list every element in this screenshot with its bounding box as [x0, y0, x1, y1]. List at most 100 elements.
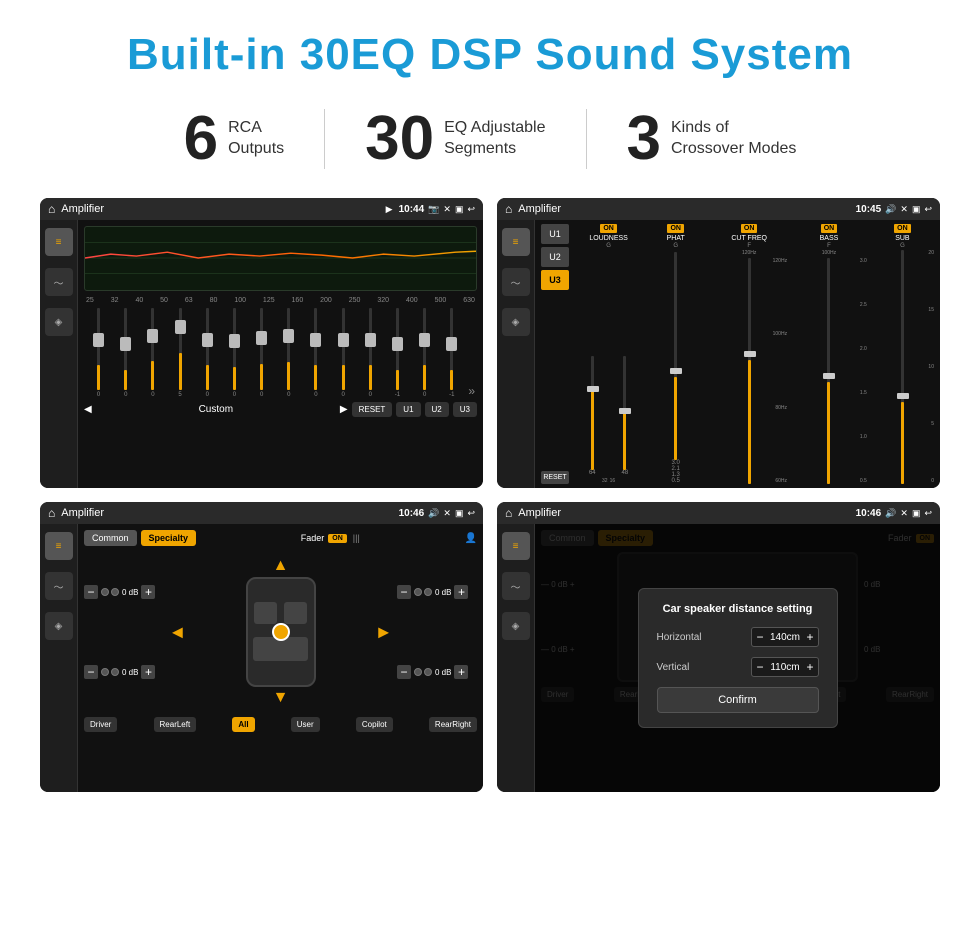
dialog-vertical-minus[interactable]: −	[756, 660, 763, 674]
eq-slider-7[interactable]: 0	[249, 308, 274, 398]
dialog-horizontal-value: 140cm	[767, 632, 802, 643]
fader-tab-specialty[interactable]: Specialty	[141, 530, 197, 546]
dsp-side-btn-vol[interactable]: ◈	[502, 308, 530, 336]
status-icons-distance: 10:46 🔊 ✕ ▣ ↩	[856, 508, 932, 519]
eq-slider-14[interactable]: -1	[439, 308, 464, 398]
dialog-vertical-plus[interactable]: +	[806, 660, 813, 674]
eq-next-button[interactable]: ▶	[340, 404, 348, 415]
eq-prev-button[interactable]: ◀	[84, 404, 92, 415]
eq-slider-3[interactable]: 0	[140, 308, 165, 398]
window-icon-dsp[interactable]: ▣	[912, 204, 921, 215]
eq-u2-button[interactable]: U2	[425, 402, 449, 417]
back-icon-eq[interactable]: ↩	[467, 204, 475, 215]
speaker-dot-7	[414, 668, 422, 676]
dsp-channel-phat: ON PHAT G 3.0 2.1	[644, 224, 707, 484]
dialog-horizontal-plus[interactable]: +	[806, 630, 813, 644]
fader-btn-rearright[interactable]: RearRight	[429, 717, 477, 732]
distance-dialog-overlay: Car speaker distance setting Horizontal …	[535, 524, 940, 792]
fader-left-plus-2[interactable]: +	[141, 665, 155, 679]
x-icon-fader[interactable]: ✕	[443, 508, 451, 519]
page-wrapper: Built-in 30EQ DSP Sound System 6 RCA Out…	[0, 0, 980, 925]
eq-slider-11[interactable]: 0	[358, 308, 383, 398]
fader-btn-copilot[interactable]: Copilot	[356, 717, 393, 732]
distance-side-btn-wave[interactable]: 〜	[502, 572, 530, 600]
fader-btn-driver[interactable]: Driver	[84, 717, 117, 732]
distance-time: 10:46	[856, 508, 882, 519]
eq-side-btn-vol[interactable]: ◈	[45, 308, 73, 336]
dialog-confirm-button[interactable]: Confirm	[657, 687, 819, 713]
eq-u1-button[interactable]: U1	[396, 402, 420, 417]
dsp-side-btn-wave[interactable]: 〜	[502, 268, 530, 296]
eq-slider-6[interactable]: 0	[222, 308, 247, 398]
cutfreq-on-badge: ON	[741, 224, 758, 233]
speaker-dot-3	[101, 668, 109, 676]
back-icon-distance[interactable]: ↩	[924, 508, 932, 519]
window-icon-distance[interactable]: ▣	[912, 508, 921, 519]
dsp-preset-u1[interactable]: U1	[541, 224, 569, 244]
eq-slider-1[interactable]: 0	[86, 308, 111, 398]
distance-side-btn-eq[interactable]: ≡	[502, 532, 530, 560]
eq-slider-13[interactable]: 0	[412, 308, 437, 398]
distance-side-btn-vol[interactable]: ◈	[502, 612, 530, 640]
fader-tab-common[interactable]: Common	[84, 530, 137, 546]
eq-side-btn-eq[interactable]: ≡	[45, 228, 73, 256]
fader-arrow-right[interactable]: ▶	[378, 624, 389, 641]
fader-right-plus-1[interactable]: +	[454, 585, 468, 599]
back-icon-fader[interactable]: ↩	[467, 508, 475, 519]
window-icon-eq[interactable]: ▣	[455, 204, 464, 215]
fader-screen-content: ≡ 〜 ◈ Common Specialty Fader ON ||| 👤	[40, 524, 483, 792]
x-icon-dsp[interactable]: ✕	[900, 204, 908, 215]
eq-slider-4[interactable]: 5	[168, 308, 193, 398]
fader-right-plus-2[interactable]: +	[454, 665, 468, 679]
eq-slider-2[interactable]: 0	[113, 308, 138, 398]
eq-slider-5[interactable]: 0	[195, 308, 220, 398]
fader-user-icon[interactable]: 👤	[465, 533, 477, 544]
fader-side-btn-vol[interactable]: ◈	[45, 612, 73, 640]
fader-arrow-up[interactable]: ▲	[273, 557, 289, 575]
home-icon-distance[interactable]: ⌂	[505, 506, 512, 520]
home-icon-fader[interactable]: ⌂	[48, 506, 55, 520]
main-title: Built-in 30EQ DSP Sound System	[40, 30, 940, 80]
eq-reset-button[interactable]: RESET	[352, 402, 393, 417]
home-icon-dsp[interactable]: ⌂	[505, 202, 512, 216]
eq-side-btn-wave[interactable]: 〜	[45, 268, 73, 296]
fader-btn-user[interactable]: User	[291, 717, 320, 732]
x-icon-eq[interactable]: ✕	[443, 204, 451, 215]
distance-main-area: Common Specialty Fader ON — 0 dB + — 0 d…	[535, 524, 940, 792]
fader-crosshair-knob[interactable]	[272, 623, 290, 641]
fader-left-plus-1[interactable]: +	[141, 585, 155, 599]
eq-slider-8[interactable]: 0	[276, 308, 301, 398]
fader-side-btn-wave[interactable]: 〜	[45, 572, 73, 600]
vol-icon-dsp[interactable]: 🔊	[885, 204, 896, 215]
x-icon-distance[interactable]: ✕	[900, 508, 908, 519]
fader-right-value-2: 0 dB	[435, 668, 451, 677]
window-icon-fader[interactable]: ▣	[455, 508, 464, 519]
vol-icon-distance[interactable]: 🔊	[885, 508, 896, 519]
back-icon-dsp[interactable]: ↩	[924, 204, 932, 215]
eq-slider-12[interactable]: -1	[385, 308, 410, 398]
dsp-side-btn-eq[interactable]: ≡	[502, 228, 530, 256]
fader-btn-all[interactable]: All	[232, 717, 254, 732]
dialog-vertical-input: − 110cm +	[751, 657, 818, 677]
screenshots-grid: ⌂ Amplifier ▶ 10:44 📷 ✕ ▣ ↩ ≡ 〜 ◈	[40, 198, 940, 792]
home-icon-eq[interactable]: ⌂	[48, 202, 55, 216]
dsp-preset-u3[interactable]: U3	[541, 270, 569, 290]
vol-icon-fader[interactable]: 🔊	[428, 508, 439, 519]
fader-arrow-left[interactable]: ◀	[172, 624, 183, 641]
fader-btn-rearleft[interactable]: RearLeft	[154, 717, 197, 732]
dialog-horizontal-minus[interactable]: −	[756, 630, 763, 644]
fader-right-minus-1[interactable]: −	[397, 585, 411, 599]
fader-right-minus-2[interactable]: −	[397, 665, 411, 679]
expand-arrow[interactable]: »	[468, 384, 475, 398]
eq-main-area: 25 32 40 50 63 80 100 125 160 200 250 32…	[78, 220, 483, 488]
fader-left-minus-1[interactable]: −	[84, 585, 98, 599]
dsp-layout: U1 U2 U3 RESET ON LOUDNESS G	[541, 224, 934, 484]
eq-slider-10[interactable]: 0	[331, 308, 356, 398]
fader-arrow-down[interactable]: ▼	[273, 689, 289, 707]
dsp-reset-button[interactable]: RESET	[541, 471, 569, 484]
eq-u3-button[interactable]: U3	[453, 402, 477, 417]
fader-left-minus-2[interactable]: −	[84, 665, 98, 679]
fader-side-btn-eq[interactable]: ≡	[45, 532, 73, 560]
dsp-preset-u2[interactable]: U2	[541, 247, 569, 267]
eq-slider-9[interactable]: 0	[303, 308, 328, 398]
